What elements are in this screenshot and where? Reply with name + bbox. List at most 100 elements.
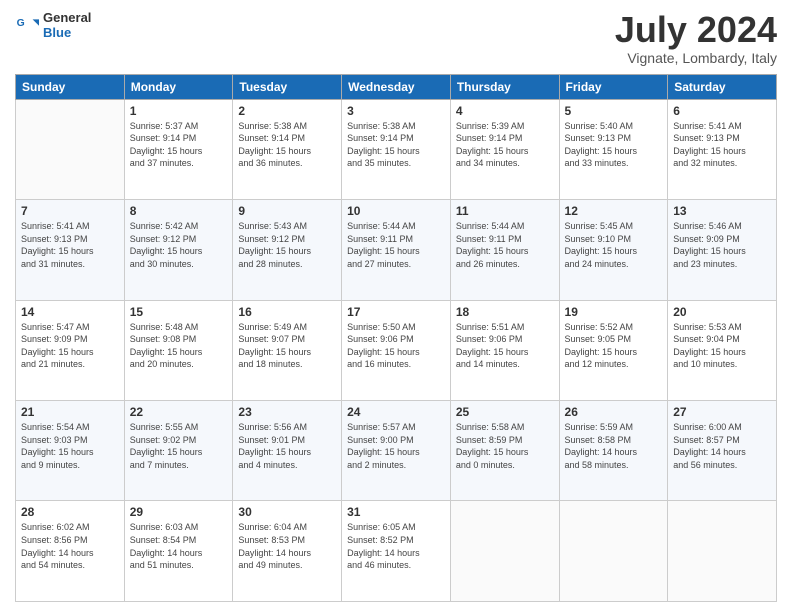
day-cell bbox=[450, 501, 559, 602]
day-cell bbox=[668, 501, 777, 602]
day-cell: 31 Sunrise: 6:05 AM Sunset: 8:52 PM Dayli… bbox=[342, 501, 451, 602]
day-info: Sunrise: 5:50 AM Sunset: 9:06 PM Dayligh… bbox=[347, 321, 445, 371]
day-info: Sunrise: 5:38 AM Sunset: 9:14 PM Dayligh… bbox=[347, 120, 445, 170]
day-cell: 10 Sunrise: 5:44 AM Sunset: 9:11 PM Dayli… bbox=[342, 200, 451, 300]
day-info: Sunrise: 5:47 AM Sunset: 9:09 PM Dayligh… bbox=[21, 321, 119, 371]
day-info: Sunrise: 5:39 AM Sunset: 9:14 PM Dayligh… bbox=[456, 120, 554, 170]
day-number: 20 bbox=[673, 305, 771, 319]
day-number: 30 bbox=[238, 505, 336, 519]
day-cell: 22 Sunrise: 5:55 AM Sunset: 9:02 PM Dayli… bbox=[124, 401, 233, 501]
header-cell-friday: Friday bbox=[559, 74, 668, 99]
day-cell: 9 Sunrise: 5:43 AM Sunset: 9:12 PM Daylig… bbox=[233, 200, 342, 300]
day-cell: 7Sunrise: 5:41 AM Sunset: 9:13 PM Daylig… bbox=[16, 200, 125, 300]
day-info: Sunrise: 5:38 AM Sunset: 9:14 PM Dayligh… bbox=[238, 120, 336, 170]
day-cell: 17 Sunrise: 5:50 AM Sunset: 9:06 PM Dayli… bbox=[342, 300, 451, 400]
day-info: Sunrise: 5:42 AM Sunset: 9:12 PM Dayligh… bbox=[130, 220, 228, 270]
day-cell: 15Sunrise: 5:48 AM Sunset: 9:08 PM Dayli… bbox=[124, 300, 233, 400]
day-cell: 28 Sunrise: 6:02 AM Sunset: 8:56 PM Dayli… bbox=[16, 501, 125, 602]
day-cell: 16 Sunrise: 5:49 AM Sunset: 9:07 PM Dayli… bbox=[233, 300, 342, 400]
logo-icon: G bbox=[15, 13, 39, 37]
day-number: 13 bbox=[673, 204, 771, 218]
day-number: 31 bbox=[347, 505, 445, 519]
logo: G General Blue bbox=[15, 10, 91, 40]
day-cell: 21 Sunrise: 5:54 AM Sunset: 9:03 PM Dayli… bbox=[16, 401, 125, 501]
day-info: Sunrise: 6:05 AM Sunset: 8:52 PM Dayligh… bbox=[347, 521, 445, 571]
logo-text: General Blue bbox=[43, 10, 91, 40]
svg-text:G: G bbox=[17, 18, 25, 29]
day-cell: 6Sunrise: 5:41 AM Sunset: 9:13 PM Daylig… bbox=[668, 99, 777, 199]
day-number: 10 bbox=[347, 204, 445, 218]
day-cell: 3 Sunrise: 5:38 AM Sunset: 9:14 PM Daylig… bbox=[342, 99, 451, 199]
day-cell: 20 Sunrise: 5:53 AM Sunset: 9:04 PM Dayli… bbox=[668, 300, 777, 400]
day-cell: 1 Sunrise: 5:37 AM Sunset: 9:14 PM Daylig… bbox=[124, 99, 233, 199]
day-number: 21 bbox=[21, 405, 119, 419]
day-info: Sunrise: 5:51 AM Sunset: 9:06 PM Dayligh… bbox=[456, 321, 554, 371]
day-info: Sunrise: 5:44 AM Sunset: 9:11 PM Dayligh… bbox=[347, 220, 445, 270]
day-number: 26 bbox=[565, 405, 663, 419]
day-number: 4 bbox=[456, 104, 554, 118]
header: G General Blue July 2024 Vignate, Lombar… bbox=[15, 10, 777, 66]
day-info: Sunrise: 5:55 AM Sunset: 9:02 PM Dayligh… bbox=[130, 421, 228, 471]
day-number: 22 bbox=[130, 405, 228, 419]
day-number: 18 bbox=[456, 305, 554, 319]
day-cell: 13 Sunrise: 5:46 AM Sunset: 9:09 PM Dayli… bbox=[668, 200, 777, 300]
day-number: 9 bbox=[238, 204, 336, 218]
header-cell-tuesday: Tuesday bbox=[233, 74, 342, 99]
header-cell-wednesday: Wednesday bbox=[342, 74, 451, 99]
day-number: 11 bbox=[456, 204, 554, 218]
day-cell: 30Sunrise: 6:04 AM Sunset: 8:53 PM Dayli… bbox=[233, 501, 342, 602]
week-row: 21 Sunrise: 5:54 AM Sunset: 9:03 PM Dayli… bbox=[16, 401, 777, 501]
header-cell-saturday: Saturday bbox=[668, 74, 777, 99]
day-cell: 19Sunrise: 5:52 AM Sunset: 9:05 PM Dayli… bbox=[559, 300, 668, 400]
header-cell-monday: Monday bbox=[124, 74, 233, 99]
header-cell-sunday: Sunday bbox=[16, 74, 125, 99]
week-row: 7Sunrise: 5:41 AM Sunset: 9:13 PM Daylig… bbox=[16, 200, 777, 300]
week-row: 1 Sunrise: 5:37 AM Sunset: 9:14 PM Daylig… bbox=[16, 99, 777, 199]
location: Vignate, Lombardy, Italy bbox=[615, 50, 777, 66]
day-number: 14 bbox=[21, 305, 119, 319]
day-info: Sunrise: 6:03 AM Sunset: 8:54 PM Dayligh… bbox=[130, 521, 228, 571]
day-cell: 29 Sunrise: 6:03 AM Sunset: 8:54 PM Dayli… bbox=[124, 501, 233, 602]
day-cell: 4 Sunrise: 5:39 AM Sunset: 9:14 PM Daylig… bbox=[450, 99, 559, 199]
day-cell: 8 Sunrise: 5:42 AM Sunset: 9:12 PM Daylig… bbox=[124, 200, 233, 300]
day-info: Sunrise: 5:54 AM Sunset: 9:03 PM Dayligh… bbox=[21, 421, 119, 471]
day-info: Sunrise: 5:46 AM Sunset: 9:09 PM Dayligh… bbox=[673, 220, 771, 270]
day-info: Sunrise: 5:53 AM Sunset: 9:04 PM Dayligh… bbox=[673, 321, 771, 371]
day-cell: 25Sunrise: 5:58 AM Sunset: 8:59 PM Dayli… bbox=[450, 401, 559, 501]
day-cell: 24Sunrise: 5:57 AM Sunset: 9:00 PM Dayli… bbox=[342, 401, 451, 501]
day-number: 27 bbox=[673, 405, 771, 419]
day-cell: 14 Sunrise: 5:47 AM Sunset: 9:09 PM Dayli… bbox=[16, 300, 125, 400]
day-cell bbox=[559, 501, 668, 602]
day-info: Sunrise: 5:57 AM Sunset: 9:00 PM Dayligh… bbox=[347, 421, 445, 471]
day-info: Sunrise: 5:43 AM Sunset: 9:12 PM Dayligh… bbox=[238, 220, 336, 270]
day-info: Sunrise: 5:52 AM Sunset: 9:05 PM Dayligh… bbox=[565, 321, 663, 371]
day-number: 16 bbox=[238, 305, 336, 319]
title-block: July 2024 Vignate, Lombardy, Italy bbox=[615, 10, 777, 66]
day-number: 8 bbox=[130, 204, 228, 218]
day-info: Sunrise: 5:49 AM Sunset: 9:07 PM Dayligh… bbox=[238, 321, 336, 371]
calendar-page: G General Blue July 2024 Vignate, Lombar… bbox=[0, 0, 792, 612]
day-number: 1 bbox=[130, 104, 228, 118]
day-number: 12 bbox=[565, 204, 663, 218]
week-row: 28 Sunrise: 6:02 AM Sunset: 8:56 PM Dayli… bbox=[16, 501, 777, 602]
day-number: 5 bbox=[565, 104, 663, 118]
day-number: 3 bbox=[347, 104, 445, 118]
day-cell: 5 Sunrise: 5:40 AM Sunset: 9:13 PM Daylig… bbox=[559, 99, 668, 199]
day-number: 23 bbox=[238, 405, 336, 419]
day-info: Sunrise: 5:56 AM Sunset: 9:01 PM Dayligh… bbox=[238, 421, 336, 471]
day-cell: 11Sunrise: 5:44 AM Sunset: 9:11 PM Dayli… bbox=[450, 200, 559, 300]
day-info: Sunrise: 5:41 AM Sunset: 9:13 PM Dayligh… bbox=[673, 120, 771, 170]
day-cell: 26Sunrise: 5:59 AM Sunset: 8:58 PM Dayli… bbox=[559, 401, 668, 501]
week-row: 14 Sunrise: 5:47 AM Sunset: 9:09 PM Dayli… bbox=[16, 300, 777, 400]
day-cell: 18 Sunrise: 5:51 AM Sunset: 9:06 PM Dayli… bbox=[450, 300, 559, 400]
day-info: Sunrise: 5:37 AM Sunset: 9:14 PM Dayligh… bbox=[130, 120, 228, 170]
day-info: Sunrise: 6:02 AM Sunset: 8:56 PM Dayligh… bbox=[21, 521, 119, 571]
day-info: Sunrise: 5:48 AM Sunset: 9:08 PM Dayligh… bbox=[130, 321, 228, 371]
day-number: 29 bbox=[130, 505, 228, 519]
day-info: Sunrise: 6:00 AM Sunset: 8:57 PM Dayligh… bbox=[673, 421, 771, 471]
day-number: 17 bbox=[347, 305, 445, 319]
day-number: 28 bbox=[21, 505, 119, 519]
day-info: Sunrise: 5:58 AM Sunset: 8:59 PM Dayligh… bbox=[456, 421, 554, 471]
day-cell bbox=[16, 99, 125, 199]
day-info: Sunrise: 5:40 AM Sunset: 9:13 PM Dayligh… bbox=[565, 120, 663, 170]
